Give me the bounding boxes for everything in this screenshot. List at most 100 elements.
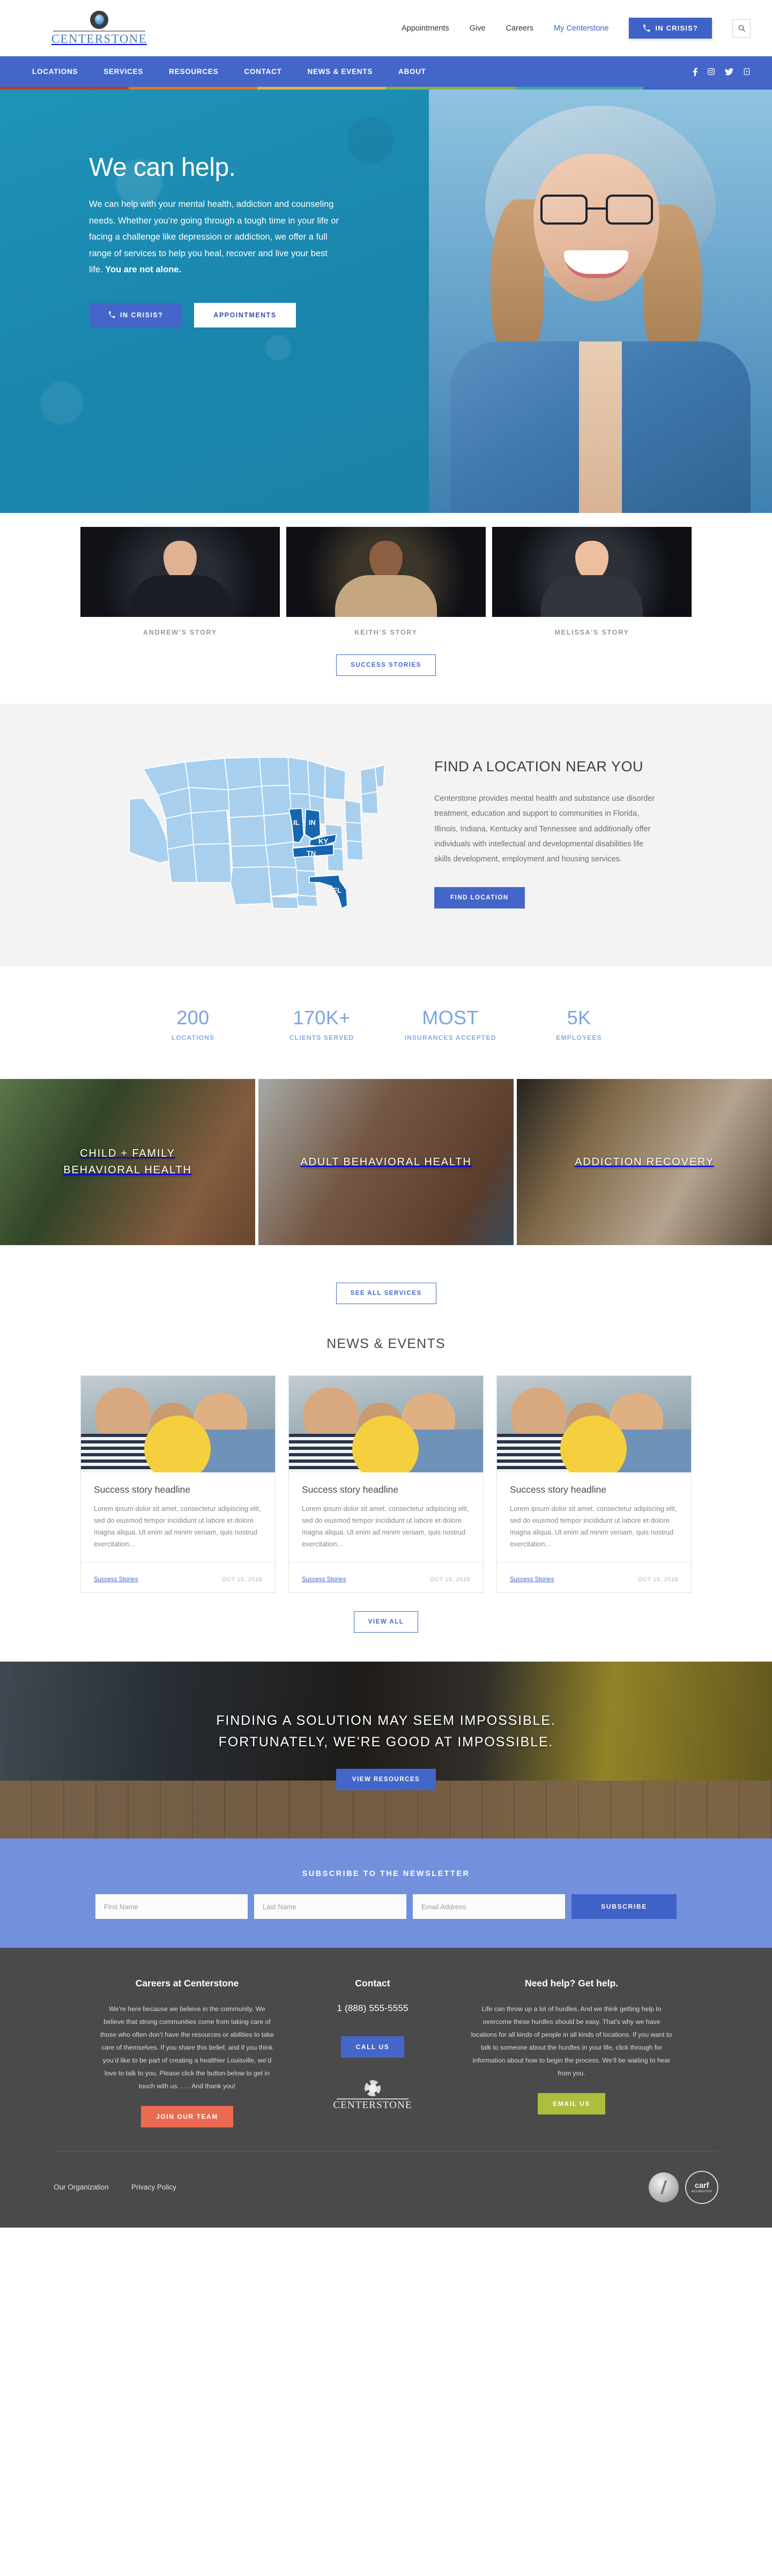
footer-bottom-bar: Our Organization Privacy Policy carf ACCR… bbox=[0, 2151, 772, 2228]
nav-services[interactable]: SERVICES bbox=[103, 68, 143, 76]
news-card-excerpt: Lorem ipsum dolor sit amet, consectetur … bbox=[94, 1505, 261, 1548]
news-card-date: OCT 15, 2018 bbox=[430, 1576, 470, 1583]
news-card-image bbox=[81, 1376, 275, 1472]
service-tile-child-family[interactable]: CHILD + FAMILY BEHAVIORAL HEALTH bbox=[0, 1079, 255, 1245]
stories-row: ANDREW'S STORY KEITH'S STORY MELISSA'S S… bbox=[0, 527, 772, 636]
news-card[interactable]: Success story headline Lorem ipsum dolor… bbox=[80, 1375, 276, 1593]
hero-section: We can help. We can help with your menta… bbox=[0, 90, 772, 513]
nav-locations[interactable]: LOCATIONS bbox=[32, 68, 78, 76]
news-card-excerpt: Lorem ipsum dolor sit amet, consectetur … bbox=[510, 1505, 677, 1548]
footer-logo-wordmark: CENTERSTONE bbox=[333, 2099, 412, 2111]
us-states-map[interactable]: IL IN KY TN FL bbox=[113, 743, 397, 915]
story-card-andrew[interactable]: ANDREW'S STORY bbox=[80, 527, 280, 636]
topnav-my-centerstone[interactable]: My Centerstone bbox=[554, 24, 608, 33]
instagram-icon[interactable] bbox=[707, 68, 715, 76]
hero-body: We can help with your mental health, add… bbox=[89, 196, 343, 278]
story-label: MELISSA'S STORY bbox=[554, 629, 629, 636]
story-thumbnail bbox=[286, 527, 486, 617]
nav-news-events[interactable]: NEWS & EVENTS bbox=[308, 68, 373, 76]
newsletter-heading: SUBSCRIBE TO THE NEWSLETTER bbox=[302, 1870, 470, 1878]
service-tile-adult-behavioral[interactable]: ADULT BEHAVIORAL HEALTH bbox=[258, 1079, 514, 1245]
news-events-section: NEWS & EVENTS Success story headline Lor… bbox=[0, 1326, 772, 1662]
stat-label: INSURANCES ACCEPTED bbox=[404, 1034, 496, 1041]
site-logo[interactable]: CENTERSTONE bbox=[51, 10, 147, 46]
nav-about[interactable]: ABOUT bbox=[398, 68, 426, 76]
resources-heading-line2: FORTUNATELY, WE'RE GOOD AT IMPOSSIBLE. bbox=[218, 1734, 554, 1749]
view-resources-button[interactable]: VIEW RESOURCES bbox=[336, 1769, 436, 1790]
quality-seal-icon bbox=[649, 2172, 679, 2202]
news-card[interactable]: Success story headline Lorem ipsum dolor… bbox=[496, 1375, 692, 1593]
top-header-bar: CENTERSTONE Appointments Give Careers My… bbox=[0, 0, 772, 56]
news-card-date: OCT 15, 2018 bbox=[222, 1576, 262, 1583]
nav-contact[interactable]: CONTACT bbox=[244, 68, 281, 76]
hero-in-crisis-button[interactable]: IN CRISIS? bbox=[89, 302, 183, 327]
email-us-button[interactable]: EMAIL US bbox=[538, 2093, 605, 2115]
in-crisis-button[interactable]: IN CRISIS? bbox=[629, 18, 712, 39]
youtube-icon[interactable] bbox=[743, 68, 751, 76]
first-name-input[interactable] bbox=[95, 1894, 248, 1919]
phone-icon bbox=[109, 311, 115, 318]
footer-logo: CENTERSTONE bbox=[311, 2080, 434, 2111]
topnav-careers[interactable]: Careers bbox=[506, 24, 533, 33]
topnav-give[interactable]: Give bbox=[470, 24, 486, 33]
footer-help-title: Need help? Get help. bbox=[524, 1978, 619, 1989]
resources-heading-line1: FINDING A SOLUTION MAY SEEM IMPOSSIBLE. bbox=[216, 1713, 556, 1728]
news-card[interactable]: Success story headline Lorem ipsum dolor… bbox=[288, 1375, 484, 1593]
story-thumbnail bbox=[80, 527, 280, 617]
last-name-input[interactable] bbox=[254, 1894, 406, 1919]
nav-resources[interactable]: RESOURCES bbox=[169, 68, 218, 76]
story-label: KEITH'S STORY bbox=[354, 629, 418, 636]
us-map-svg: IL IN KY TN FL bbox=[129, 756, 385, 910]
find-location-section: IL IN KY TN FL FIND A LOCATION NEAR YOU … bbox=[0, 704, 772, 966]
news-card-date: OCT 15, 2018 bbox=[638, 1576, 678, 1583]
story-label: ANDREW'S STORY bbox=[143, 629, 217, 636]
statistics-section: 200 LOCATIONS 170K+ CLIENTS SERVED MOST … bbox=[0, 966, 772, 1079]
news-card-tag[interactable]: Success Stories bbox=[94, 1576, 138, 1583]
resources-banner: FINDING A SOLUTION MAY SEEM IMPOSSIBLE. … bbox=[0, 1662, 772, 1838]
see-all-services-button[interactable]: SEE ALL SERVICES bbox=[336, 1283, 436, 1304]
location-body: Centerstone provides mental health and s… bbox=[434, 794, 655, 864]
service-tile-title: ADULT BEHAVIORAL HEALTH bbox=[300, 1156, 472, 1168]
state-label-KY: KY bbox=[318, 837, 328, 845]
stat-clients-served: 170K+ CLIENTS SERVED bbox=[257, 1007, 386, 1042]
news-card-tag[interactable]: Success Stories bbox=[302, 1576, 346, 1583]
hero-body-text: We can help with your mental health, add… bbox=[89, 199, 339, 275]
primary-navigation: LOCATIONS SERVICES RESOURCES CONTACT NEW… bbox=[0, 56, 772, 87]
hero-in-crisis-label: IN CRISIS? bbox=[120, 311, 164, 319]
news-card-image bbox=[497, 1376, 691, 1472]
news-cards-row: Success story headline Lorem ipsum dolor… bbox=[0, 1375, 772, 1593]
stat-value: 200 bbox=[176, 1007, 210, 1029]
accreditation-seals: carf ACCREDITED bbox=[649, 2170, 718, 2204]
footer-link-privacy-policy[interactable]: Privacy Policy bbox=[131, 2183, 176, 2191]
call-us-button[interactable]: CALL US bbox=[340, 2036, 405, 2058]
state-label-IL: IL bbox=[293, 818, 300, 827]
service-tile-addiction-recovery[interactable]: ADDICTION RECOVERY bbox=[517, 1079, 772, 1245]
facebook-icon[interactable] bbox=[693, 68, 697, 76]
subscribe-button[interactable]: SUBSCRIBE bbox=[571, 1894, 677, 1919]
email-address-input[interactable] bbox=[413, 1894, 565, 1919]
twitter-icon[interactable] bbox=[725, 68, 733, 76]
stat-value: 170K+ bbox=[293, 1007, 351, 1029]
story-card-melissa[interactable]: MELISSA'S STORY bbox=[492, 527, 692, 636]
view-all-news-button[interactable]: VIEW ALL bbox=[353, 1611, 419, 1633]
hero-appointments-button[interactable]: APPOINTMENTS bbox=[194, 302, 296, 327]
state-label-IN: IN bbox=[309, 818, 316, 827]
stat-label: CLIENTS SERVED bbox=[289, 1034, 354, 1041]
hero-photo bbox=[429, 90, 772, 513]
footer-link-our-organization[interactable]: Our Organization bbox=[54, 2183, 109, 2191]
in-crisis-button-label: IN CRISIS? bbox=[655, 24, 698, 32]
search-button[interactable] bbox=[732, 19, 751, 38]
utility-nav: Appointments Give Careers My Centerstone… bbox=[402, 18, 751, 39]
footer-careers-column: Careers at Centerstone We’re here becaus… bbox=[99, 1978, 276, 2127]
stat-label: LOCATIONS bbox=[171, 1034, 215, 1041]
stat-employees: 5K EMPLOYEES bbox=[515, 1008, 643, 1042]
news-card-tag[interactable]: Success Stories bbox=[510, 1576, 554, 1583]
stat-value: MOST bbox=[422, 1007, 479, 1029]
find-location-button[interactable]: FIND LOCATION bbox=[434, 887, 525, 909]
story-card-keith[interactable]: KEITH'S STORY bbox=[286, 527, 486, 636]
topnav-appointments[interactable]: Appointments bbox=[402, 24, 449, 33]
success-stories-button[interactable]: SUCCESS STORIES bbox=[336, 654, 436, 676]
join-our-team-button[interactable]: JOIN OUR TEAM bbox=[141, 2105, 233, 2127]
footer-careers-body: We’re here because we believe in the com… bbox=[100, 2005, 274, 2090]
newsletter-section: SUBSCRIBE TO THE NEWSLETTER SUBSCRIBE bbox=[0, 1838, 772, 1948]
